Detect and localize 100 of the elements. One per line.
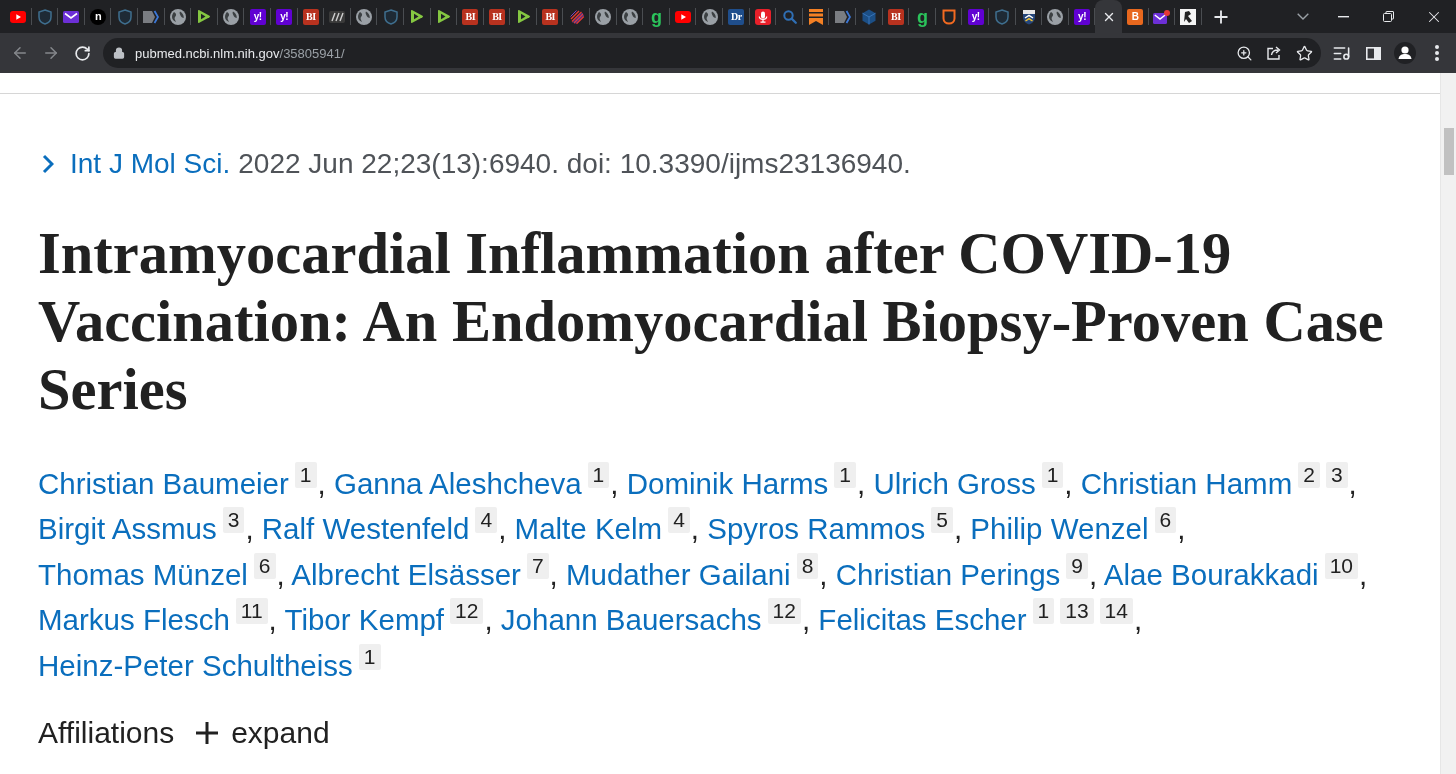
letter-logo: BI: [302, 8, 319, 25]
browser-tab[interactable]: g: [909, 0, 936, 33]
browser-tab[interactable]: y!: [244, 0, 271, 33]
affiliation-number-link[interactable]: 3: [222, 507, 245, 534]
affiliation-number-link[interactable]: 4: [668, 507, 690, 534]
magnifier-icon: [782, 9, 797, 24]
browser-tab[interactable]: Dr: [723, 0, 750, 33]
affiliation-number-link[interactable]: 5: [931, 507, 953, 534]
affiliation-number-link[interactable]: 1: [294, 462, 317, 488]
author-link[interactable]: Christian Baumeier: [38, 467, 289, 500]
overlapping-squares-icon: [1383, 11, 1394, 22]
microphone-icon: [754, 8, 771, 25]
arrow-right-icon: [42, 44, 60, 62]
chevron-right-icon[interactable]: [42, 154, 54, 174]
author-link[interactable]: Tibor Kempf: [284, 603, 445, 637]
globe-icon: [223, 8, 240, 25]
author-link[interactable]: Ganna Aleshcheva: [333, 467, 582, 500]
affiliations-label: Affiliations: [38, 715, 175, 752]
affiliation-number-link[interactable]: 1: [1032, 598, 1055, 625]
affiliation-number-link[interactable]: 14: [1099, 598, 1133, 625]
affiliation-number-link[interactable]: 4: [475, 507, 498, 534]
browser-tab[interactable]: BI: [536, 0, 564, 33]
browser-tab[interactable]: BI: [483, 0, 511, 33]
browser-tab[interactable]: g: [643, 0, 670, 33]
browser-tab[interactable]: y!: [1068, 0, 1096, 33]
author-separator: ,: [610, 467, 619, 500]
letter-logo: B: [1127, 8, 1144, 25]
sketch-tile-icon: [1180, 8, 1197, 25]
affiliation-number-link[interactable]: 10: [1324, 552, 1358, 579]
author-link[interactable]: Ulrich Gross: [873, 467, 1036, 500]
author-link[interactable]: Christian Hamm: [1080, 467, 1293, 500]
padlock-icon: [113, 47, 125, 59]
author-link[interactable]: Dominik Harms: [626, 467, 829, 500]
author-link[interactable]: Spyros Rammos: [707, 512, 926, 546]
browser-tab[interactable]: n: [84, 0, 112, 33]
affiliation-number-link[interactable]: 6: [1154, 507, 1177, 534]
article-title: Intramyocardial Inflammation after COVID-19 Vaccination: An Endomyocardial Biopsy-Proven Case Series: [38, 220, 1385, 424]
globe-icon: [595, 8, 612, 25]
globe-icon: [169, 8, 186, 25]
magnifier-plus-icon: [1235, 44, 1253, 62]
author-separator: ,: [857, 467, 866, 500]
author-link[interactable]: Felicitas Escher: [818, 603, 1027, 637]
author-link[interactable]: Malte Kelm: [514, 512, 663, 546]
affiliation-number-link[interactable]: 1: [834, 462, 856, 488]
letter-logo: n: [90, 8, 107, 25]
author-link[interactable]: Philip Wenzel: [970, 512, 1149, 546]
affiliation-number-link[interactable]: 12: [450, 598, 484, 625]
play-triangle-icon: [436, 9, 451, 24]
letter-logo: g: [651, 8, 663, 25]
author-separator: ,: [245, 512, 254, 546]
author-separator: ,: [1348, 467, 1357, 500]
browser-tab[interactable]: BI: [457, 0, 484, 33]
browser-tab[interactable]: BI: [297, 0, 325, 33]
affiliation-number-link[interactable]: 3: [1325, 462, 1348, 488]
shield-icon: [995, 8, 1010, 25]
author-link[interactable]: Christian Perings: [835, 557, 1061, 591]
browser-tab[interactable]: BI: [882, 0, 910, 33]
bookmark-stack-icon: [809, 8, 824, 25]
author-link[interactable]: Ralf Westenfeld: [261, 512, 470, 546]
affiliation-number-link[interactable]: 2: [1298, 462, 1320, 488]
affiliation-number-link[interactable]: 11: [235, 598, 268, 625]
share-icon: [1266, 46, 1282, 60]
affiliation-number-link[interactable]: 1: [587, 462, 610, 488]
author-link[interactable]: Mudather Gailani: [565, 557, 791, 591]
affiliation-number-link[interactable]: 9: [1066, 552, 1089, 579]
affiliation-number-link[interactable]: 6: [253, 552, 276, 579]
arrow-tag-icon: [834, 9, 851, 24]
author-separator: ,: [498, 512, 507, 546]
affiliation-number-link[interactable]: 8: [796, 552, 819, 579]
browser-tab[interactable]: y!: [962, 0, 989, 33]
author-link[interactable]: Thomas Münzel: [38, 557, 248, 591]
affiliation-number-link[interactable]: 13: [1060, 598, 1094, 625]
author-link[interactable]: Alae Bourakkadi: [1103, 557, 1319, 591]
journal-link[interactable]: Int J Mol Sci.: [70, 146, 231, 182]
affiliation-number-link[interactable]: 7: [526, 552, 549, 579]
address-field[interactable]: pubmed.ncbi.nlm.nih.gov/35805941/: [103, 38, 1321, 68]
author-separator: ,: [690, 512, 699, 546]
affiliation-number-link[interactable]: 12: [767, 598, 801, 625]
letter-logo: BI: [462, 8, 479, 25]
letter-logo: g: [917, 8, 928, 25]
globe-icon: [356, 8, 372, 25]
author-link[interactable]: Birgit Assmus: [38, 512, 217, 546]
affiliation-number-link[interactable]: 1: [358, 643, 381, 670]
letter-logo: Dr: [728, 8, 745, 25]
slashes-icon: [329, 10, 346, 23]
author-separator: ,: [317, 467, 326, 500]
browser-tab[interactable]: y!: [270, 0, 298, 33]
author-link[interactable]: Heinz-Peter Schultheiss: [38, 648, 353, 682]
play-button-icon: [10, 10, 27, 23]
affiliation-number-link[interactable]: 1: [1041, 462, 1064, 488]
author-separator: ,: [801, 603, 811, 637]
author-link[interactable]: Johann Bauersachs: [500, 603, 762, 637]
letter-logo: BI: [887, 8, 904, 25]
globe-icon: [621, 8, 638, 25]
expand-toggle[interactable]: expand: [196, 713, 330, 754]
menu-icon: [1435, 45, 1439, 61]
author-link[interactable]: Albrecht Elsässer: [291, 557, 521, 591]
shield-icon: [37, 8, 52, 25]
author-link[interactable]: Markus Flesch: [38, 603, 230, 637]
scrollbar[interactable]: [1440, 73, 1456, 774]
